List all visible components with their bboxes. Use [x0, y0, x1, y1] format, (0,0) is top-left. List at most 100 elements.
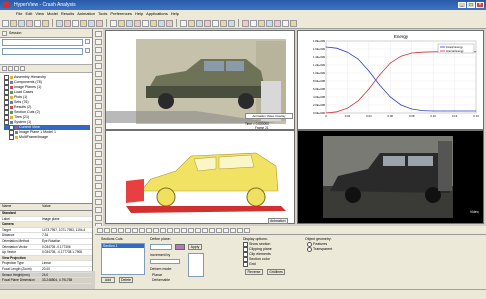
view-tool-icon[interactable]: [94, 63, 102, 69]
viewport-fe-model[interactable]: [105, 130, 295, 224]
menu-item-4[interactable]: Results: [61, 10, 74, 18]
chevron-down-icon[interactable]: [85, 48, 90, 53]
toolbar-tool-icon[interactable]: [290, 19, 297, 27]
menu-item-8[interactable]: Help: [135, 10, 143, 18]
deformable-option[interactable]: Deformable: [152, 278, 170, 282]
toolbar-tool-icon[interactable]: [10, 19, 17, 27]
toolbar-tool-icon[interactable]: [242, 19, 249, 27]
view-tool-icon[interactable]: [94, 39, 102, 45]
playback-tool-icon[interactable]: [209, 227, 215, 233]
toolbar-tool-icon[interactable]: [56, 19, 63, 27]
minimize-button[interactable]: _: [458, 2, 466, 8]
playback-tool-icon[interactable]: [139, 227, 145, 233]
show-icon[interactable]: [14, 66, 19, 71]
section-item[interactable]: Section 1: [102, 244, 144, 248]
view-tool-icon[interactable]: [94, 127, 102, 133]
model-select[interactable]: [2, 48, 83, 55]
increment-slider[interactable]: [150, 259, 180, 264]
toolbar-tool-icon[interactable]: [150, 19, 157, 27]
menu-item-3[interactable]: Model: [47, 10, 58, 18]
collapse-icon[interactable]: [8, 66, 13, 71]
planar-option[interactable]: Planar: [152, 273, 162, 277]
view-tool-icon[interactable]: [94, 87, 102, 93]
toolbar-tool-icon[interactable]: [166, 19, 173, 27]
toolbar-tool-icon[interactable]: [18, 19, 25, 27]
toolbar-tool-icon[interactable]: [228, 19, 235, 27]
playback-tool-icon[interactable]: [153, 227, 159, 233]
toolbar-tool-icon[interactable]: [64, 19, 71, 27]
toolbar-tool-icon[interactable]: [2, 19, 9, 27]
view-tool-icon[interactable]: [94, 31, 102, 37]
playback-tool-icon[interactable]: [230, 227, 236, 233]
view-tool-icon[interactable]: [94, 175, 102, 181]
toolbar-tool-icon[interactable]: [250, 19, 257, 27]
playback-tool-icon[interactable]: [244, 227, 250, 233]
property-row[interactable]: Focal Plane Dimension 33.248804, 4.791758: [0, 278, 92, 284]
hide-icon[interactable]: [20, 66, 25, 71]
toolbar-tool-icon[interactable]: [220, 19, 227, 27]
playback-tool-icon[interactable]: [202, 227, 208, 233]
playback-tool-icon[interactable]: [237, 227, 243, 233]
toolbar-tool-icon[interactable]: [134, 19, 141, 27]
maximize-button[interactable]: □: [467, 2, 475, 8]
section-list[interactable]: Section 1: [101, 243, 145, 275]
toolbar-tool-icon[interactable]: [204, 19, 211, 27]
plane-select[interactable]: [150, 244, 172, 250]
playback-tool-icon[interactable]: [104, 227, 110, 233]
toolbar-tool-icon[interactable]: [80, 19, 87, 27]
expand-icon[interactable]: [2, 66, 7, 71]
playback-tool-icon[interactable]: [195, 227, 201, 233]
view-tool-icon[interactable]: [94, 143, 102, 149]
apply-button[interactable]: Apply: [188, 244, 202, 250]
playback-tool-icon[interactable]: [132, 227, 138, 233]
view-tool-icon[interactable]: [94, 167, 102, 173]
search-icon[interactable]: [85, 39, 90, 44]
view-tool-icon[interactable]: [94, 119, 102, 125]
toolbar-tool-icon[interactable]: [142, 19, 149, 27]
toolbar-tool-icon[interactable]: [26, 19, 33, 27]
menu-item-2[interactable]: View: [35, 10, 44, 18]
view-tool-icon[interactable]: [94, 207, 102, 213]
tree-item[interactable]: MultiFrame/Image: [4, 135, 90, 140]
menu-item-9[interactable]: Applications: [146, 10, 168, 18]
view-tool-icon[interactable]: [94, 47, 102, 53]
coord-fields[interactable]: [188, 253, 204, 277]
filter-input[interactable]: [2, 39, 83, 46]
gridlines-button[interactable]: Gridlines: [267, 269, 285, 275]
playback-tool-icon[interactable]: [146, 227, 152, 233]
playback-tool-icon[interactable]: [125, 227, 131, 233]
toolbar-tool-icon[interactable]: [88, 19, 95, 27]
view-tool-icon[interactable]: [94, 95, 102, 101]
reverse-button[interactable]: Reverse: [245, 269, 263, 275]
close-button[interactable]: ×: [476, 2, 484, 8]
view-tool-icon[interactable]: [94, 159, 102, 165]
toolbar-tool-icon[interactable]: [188, 19, 195, 27]
view-tool-icon[interactable]: [94, 183, 102, 189]
toolbar-tool-icon[interactable]: [158, 19, 165, 27]
toolbar-tool-icon[interactable]: [196, 19, 203, 27]
display-option[interactable]: Grid: [243, 262, 291, 267]
menu-item-7[interactable]: Preferences: [110, 10, 132, 18]
toolbar-tool-icon[interactable]: [42, 19, 49, 27]
playback-tool-icon[interactable]: [167, 227, 173, 233]
menu-item-10[interactable]: Help: [171, 10, 179, 18]
playback-tool-icon[interactable]: [160, 227, 166, 233]
view-tool-icon[interactable]: [94, 151, 102, 157]
menu-item-6[interactable]: Tools: [98, 10, 107, 18]
browser-icon[interactable]: [2, 30, 7, 36]
toolbar-tool-icon[interactable]: [34, 19, 41, 27]
view-tool-icon[interactable]: [94, 191, 102, 197]
playback-tool-icon[interactable]: [181, 227, 187, 233]
view-tool-icon[interactable]: [94, 215, 102, 221]
toolbar-tool-icon[interactable]: [180, 19, 187, 27]
add-button[interactable]: Add: [101, 277, 115, 283]
option-checkbox[interactable]: [243, 262, 248, 267]
option-radio[interactable]: [307, 247, 312, 252]
view-tool-icon[interactable]: [94, 79, 102, 85]
view-tool-icon[interactable]: [94, 111, 102, 117]
toolbar-tool-icon[interactable]: [212, 19, 219, 27]
toolbar-tool-icon[interactable]: [126, 19, 133, 27]
playback-tool-icon[interactable]: [216, 227, 222, 233]
playback-tool-icon[interactable]: [188, 227, 194, 233]
toolbar-tool-icon[interactable]: [110, 19, 117, 27]
